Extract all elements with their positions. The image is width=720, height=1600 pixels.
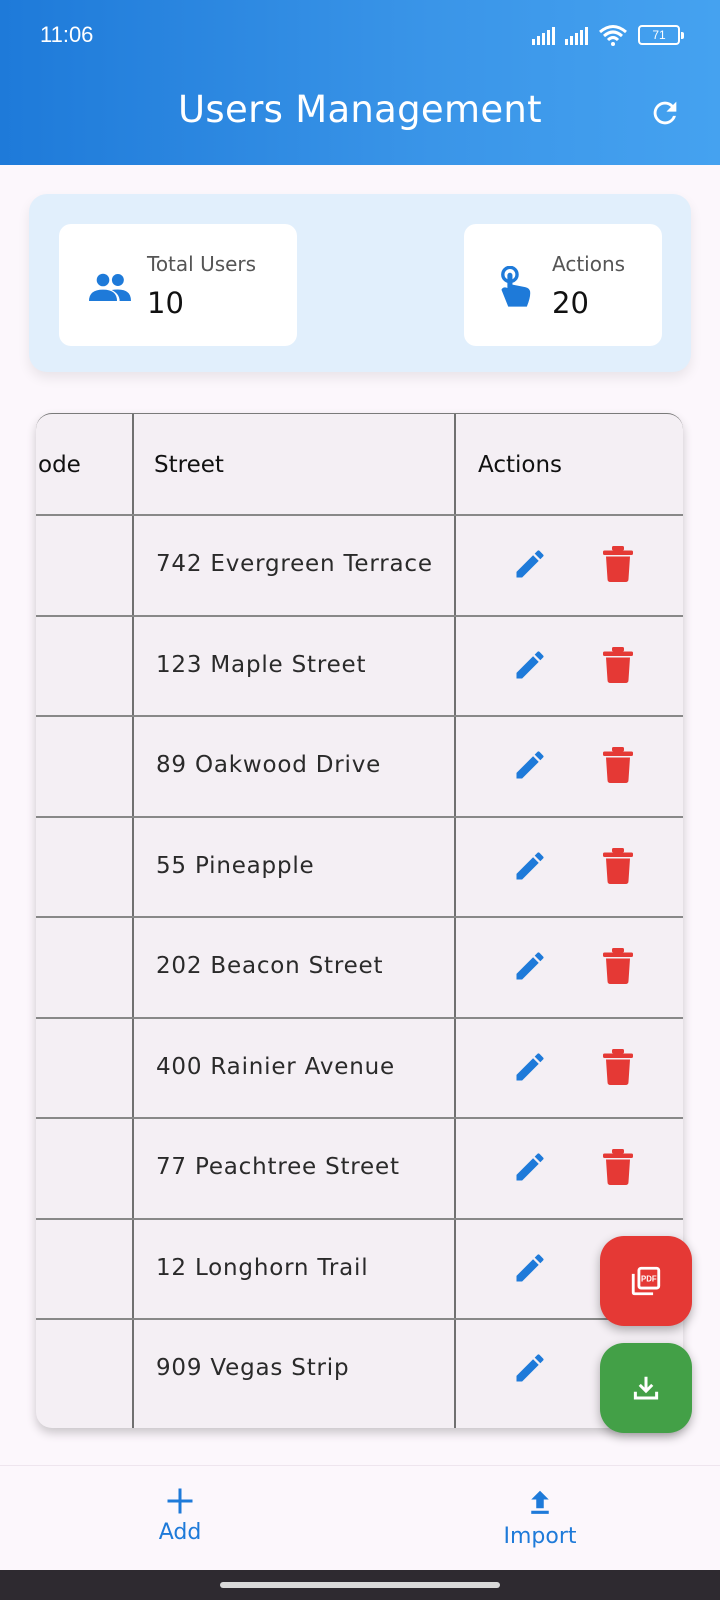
status-icons: 71: [532, 24, 684, 46]
street-cell: 742 Evergreen Terrace: [156, 551, 433, 577]
row-divider: [36, 1117, 683, 1119]
edit-icon[interactable]: [512, 1049, 548, 1085]
touch-icon: [501, 266, 531, 307]
plus-icon: [167, 1488, 193, 1514]
edit-icon[interactable]: [512, 948, 548, 984]
row-divider: [36, 1318, 683, 1320]
delete-icon[interactable]: [603, 546, 633, 582]
column-header-code[interactable]: ode: [38, 452, 81, 478]
row-divider: [36, 916, 683, 918]
edit-icon[interactable]: [512, 1250, 548, 1286]
edit-icon[interactable]: [512, 647, 548, 683]
street-cell: 123 Maple Street: [156, 651, 367, 678]
row-divider: [36, 615, 683, 617]
street-cell: 89 Oakwood Drive: [156, 752, 382, 778]
battery-icon: 71: [638, 25, 684, 45]
delete-icon[interactable]: [603, 646, 633, 683]
street-cell: 400 Rainier Avenue: [156, 1053, 395, 1080]
street-cell: 909 Vegas Strip: [156, 1355, 350, 1381]
street-cell: 12 Longhorn Trail: [156, 1254, 369, 1281]
actions-label: Actions: [552, 252, 626, 276]
nav-add-label: Add: [158, 1520, 202, 1545]
total-users-value: 10: [147, 286, 184, 320]
row-divider: [36, 1017, 683, 1019]
refresh-icon[interactable]: [648, 96, 682, 130]
summary-card: Total Users 10 Actions 20: [29, 194, 691, 372]
export-pdf-button[interactable]: PDF: [600, 1236, 692, 1326]
edit-icon[interactable]: [512, 848, 548, 884]
page-title: Users Management: [178, 88, 542, 131]
street-cell: 202 Beacon Street: [156, 953, 384, 979]
nav-import-label: Import: [503, 1524, 577, 1549]
total-users-card: Total Users 10: [59, 224, 297, 346]
bottom-nav: Add Import: [0, 1465, 720, 1570]
download-icon: [633, 1376, 659, 1400]
users-table[interactable]: ode Street Actions 742 Evergreen Terrace…: [36, 413, 683, 1428]
row-divider: [36, 1218, 683, 1220]
nav-add[interactable]: Add: [130, 1486, 230, 1545]
row-divider: [36, 715, 683, 717]
column-header-actions[interactable]: Actions: [478, 452, 562, 478]
system-nav-bar: [0, 1570, 720, 1600]
street-cell: 55 Pineapple: [156, 852, 315, 879]
delete-icon[interactable]: [603, 948, 633, 984]
upload-icon: [531, 1490, 549, 1514]
signal-icon-2: [565, 25, 588, 45]
pdf-icon: PDF: [631, 1266, 661, 1296]
row-divider: [36, 514, 683, 516]
edit-icon[interactable]: [512, 1149, 548, 1185]
svg-text:PDF: PDF: [641, 1275, 657, 1284]
wifi-icon: [599, 25, 627, 46]
row-divider: [36, 816, 683, 818]
edit-icon[interactable]: [512, 1350, 548, 1386]
app-bar: 11:06 71 Users Management: [0, 0, 720, 165]
signal-icon: [532, 25, 555, 45]
home-indicator[interactable]: [220, 1582, 500, 1588]
total-users-label: Total Users: [147, 252, 257, 276]
nav-import[interactable]: Import: [480, 1486, 600, 1549]
delete-icon[interactable]: [603, 1149, 633, 1185]
status-time: 11:06: [40, 22, 94, 47]
download-button[interactable]: [600, 1343, 692, 1433]
edit-icon[interactable]: [512, 747, 548, 783]
column-divider: [132, 414, 134, 1428]
column-header-street[interactable]: Street: [154, 452, 224, 478]
people-icon: [89, 273, 131, 301]
delete-icon[interactable]: [603, 747, 633, 783]
delete-icon[interactable]: [603, 1048, 633, 1085]
delete-icon[interactable]: [603, 847, 633, 884]
street-cell: 77 Peachtree Street: [156, 1154, 400, 1180]
actions-card: Actions 20: [464, 224, 662, 346]
actions-value: 20: [552, 286, 589, 320]
edit-icon[interactable]: [512, 546, 548, 582]
